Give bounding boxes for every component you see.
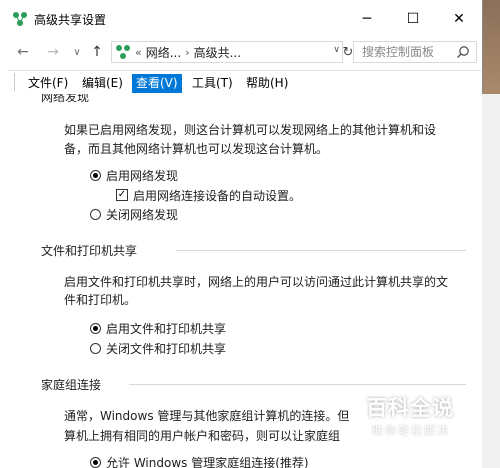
radio-selected-icon bbox=[90, 322, 101, 334]
network-discovery-description-1: 如果已启用网络发现，则这台计算机可以发现网络上的其他计算机和设 bbox=[64, 123, 437, 137]
search-placeholder: 搜索控制面板 bbox=[362, 45, 435, 59]
minimize-icon: ─ bbox=[362, 10, 372, 27]
menu-divider bbox=[14, 73, 15, 91]
radio-label: 允许 Windows 管理家庭组连接(推荐) bbox=[106, 455, 309, 468]
section-divider bbox=[176, 250, 466, 251]
menu-tools[interactable]: 工具(T) bbox=[188, 74, 237, 93]
maximize-icon: ☐ bbox=[406, 10, 420, 27]
file-sharing-description-2: 件和打印机。 bbox=[64, 293, 137, 307]
radio-label: 启用网络发现 bbox=[106, 168, 179, 183]
close-button[interactable]: ✕ bbox=[436, 0, 482, 37]
breadcrumb-network[interactable]: 网络... bbox=[146, 44, 181, 61]
up-button[interactable]: ↑ bbox=[88, 43, 106, 61]
search-input[interactable]: 搜索控制面板 bbox=[353, 41, 477, 63]
radio-label: 关闭文件和打印机共享 bbox=[106, 341, 227, 356]
section-heading-network-discovery: 网络发现 bbox=[41, 94, 90, 104]
refresh-icon: ↻ bbox=[342, 44, 354, 60]
checkbox-auto-setup[interactable]: ✓ 启用网络连接设备的自动设置。 bbox=[116, 186, 301, 204]
address-box[interactable]: « 网络... › 高级共... ∨ bbox=[111, 41, 343, 63]
radio-network-discovery-on[interactable]: 启用网络发现 bbox=[90, 166, 178, 184]
section-divider bbox=[129, 384, 466, 385]
radio-network-discovery-off[interactable]: 关闭网络发现 bbox=[90, 205, 178, 223]
network-discovery-description-2: 备，而且其他网络计算机也可以发现这台计算机。 bbox=[64, 142, 329, 156]
radio-selected-icon bbox=[90, 169, 101, 181]
section-heading-homegroup: 家庭组连接 bbox=[41, 378, 102, 392]
radio-homegroup-allow[interactable]: 允许 Windows 管理家庭组连接(推荐) bbox=[90, 453, 309, 468]
watermark-title: 百科全说 bbox=[366, 396, 454, 420]
search-icon bbox=[456, 46, 469, 59]
radio-selected-icon bbox=[90, 456, 101, 468]
menu-bar: 文件(F) 编辑(E) 查看(V) 工具(T) 帮助(H) bbox=[8, 70, 482, 93]
window-title: 高级共享设置 bbox=[34, 13, 107, 27]
overflow-crumb[interactable]: « bbox=[135, 46, 142, 59]
menu-edit[interactable]: 编辑(E) bbox=[78, 74, 127, 93]
network-app-icon bbox=[13, 12, 27, 26]
watermark-logo: 百科全说 助你轻松解决 bbox=[360, 392, 500, 442]
chevron-down-icon: ∨ bbox=[73, 46, 81, 58]
radio-empty-icon bbox=[90, 342, 101, 354]
radio-empty-icon bbox=[90, 208, 101, 220]
recent-locations-button[interactable]: ∨ bbox=[68, 43, 86, 61]
forward-button[interactable]: → bbox=[44, 43, 62, 61]
up-arrow-icon: ↑ bbox=[91, 44, 103, 60]
close-icon: ✕ bbox=[453, 10, 465, 27]
back-button[interactable]: ← bbox=[14, 43, 32, 61]
radio-label: 启用文件和打印机共享 bbox=[106, 321, 227, 336]
back-arrow-icon: ← bbox=[17, 44, 29, 60]
breadcrumb-advanced-sharing[interactable]: 高级共... bbox=[194, 44, 241, 61]
forward-arrow-icon: → bbox=[47, 44, 59, 60]
file-sharing-description-1: 启用文件和打印机共享时，网络上的用户可以访问通过此计算机共享的文 bbox=[64, 275, 449, 289]
checkbox-label: 启用网络连接设备的自动设置。 bbox=[133, 188, 302, 203]
checkmark-icon: ✓ bbox=[116, 189, 128, 201]
menu-help[interactable]: 帮助(H) bbox=[242, 74, 292, 93]
title-bar: 高级共享设置 ─ ☐ ✕ bbox=[0, 0, 482, 37]
radio-file-sharing-off[interactable]: 关闭文件和打印机共享 bbox=[90, 339, 226, 357]
radio-file-sharing-on[interactable]: 启用文件和打印机共享 bbox=[90, 319, 226, 337]
menu-file[interactable]: 文件(F) bbox=[24, 74, 72, 93]
menu-view[interactable]: 查看(V) bbox=[132, 74, 182, 93]
navigation-bar: ← → ∨ ↑ « 网络... › 高级共... ∨ ↻ 搜索控制面板 bbox=[0, 37, 482, 67]
minimize-button[interactable]: ─ bbox=[344, 0, 390, 37]
radio-label: 关闭网络发现 bbox=[106, 207, 179, 222]
watermark-subtitle: 助你轻松解决 bbox=[372, 424, 450, 437]
breadcrumb-separator[interactable]: › bbox=[185, 46, 189, 59]
maximize-button[interactable]: ☐ bbox=[390, 0, 436, 37]
network-location-icon bbox=[116, 45, 130, 59]
section-heading-file-printer-sharing: 文件和打印机共享 bbox=[41, 244, 138, 258]
